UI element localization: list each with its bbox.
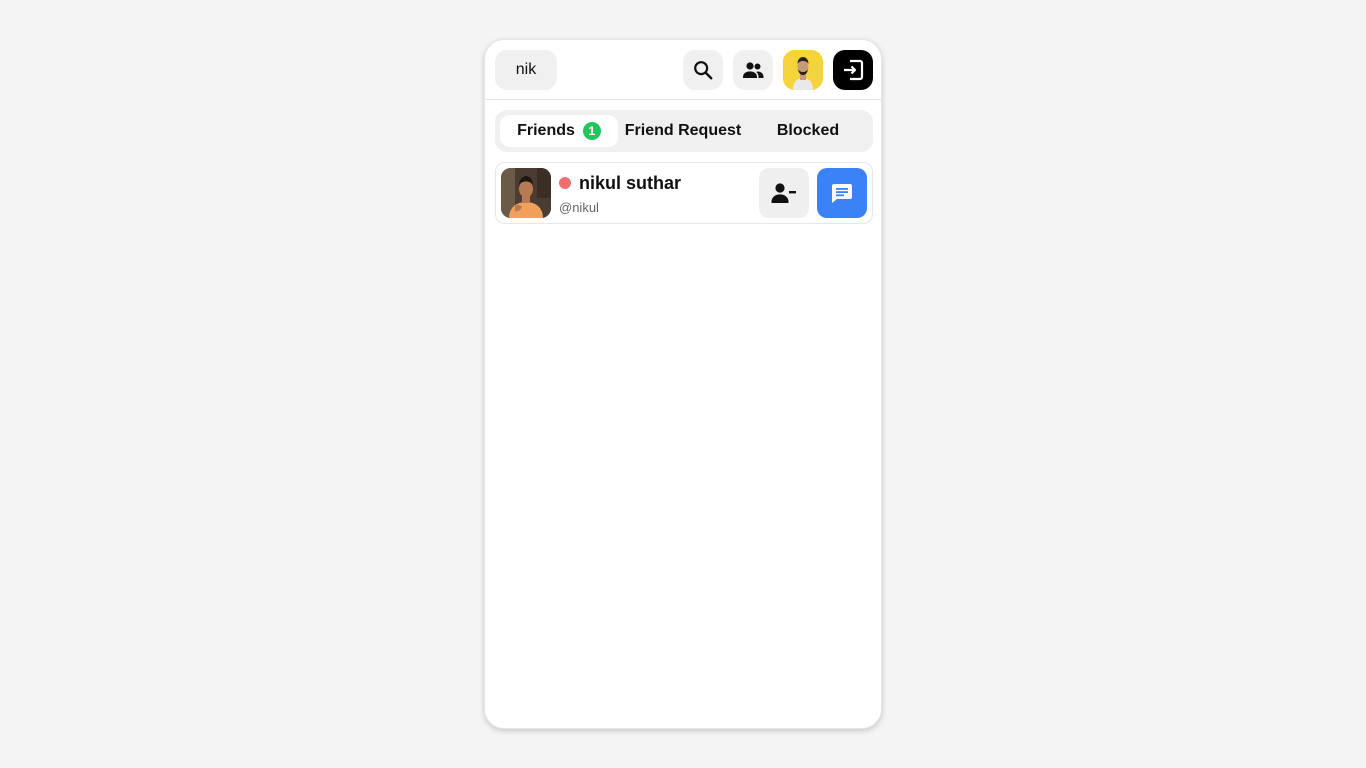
user-avatar: [783, 50, 823, 90]
tab-friends-label: Friends: [517, 122, 575, 139]
friend-avatar-image: [501, 168, 551, 218]
people-icon: [743, 62, 764, 78]
message-icon: [832, 184, 852, 203]
friends-button[interactable]: [733, 50, 773, 90]
logout-icon: [844, 59, 864, 81]
tab-friends[interactable]: Friends 1: [500, 115, 618, 147]
remove-friend-button[interactable]: [759, 168, 809, 218]
tab-blocked[interactable]: Blocked: [748, 115, 868, 147]
app-window: nik Friends 1 Friend Request Blocked nik…: [484, 39, 882, 729]
message-button[interactable]: [817, 168, 867, 218]
friends-count-badge: 1: [582, 122, 601, 140]
username-chip[interactable]: nik: [495, 50, 557, 90]
search-icon: [694, 61, 713, 80]
list-item: nikul suthar @nikul: [495, 162, 873, 224]
tabs-bar: Friends 1 Friend Request Blocked: [495, 110, 873, 152]
remove-friend-icon: [771, 183, 796, 203]
friend-name: nikul suthar: [579, 173, 682, 193]
username-label: nik: [515, 61, 537, 78]
header: nik: [485, 40, 881, 100]
status-dot: [559, 177, 571, 189]
tab-blocked-label: Blocked: [776, 122, 840, 139]
tab-friend-request[interactable]: Friend Request: [621, 115, 745, 147]
tab-friend-request-label: Friend Request: [624, 122, 742, 139]
search-button[interactable]: [683, 50, 723, 90]
logout-button[interactable]: [833, 50, 873, 90]
friend-avatar[interactable]: [501, 168, 551, 218]
friend-handle: @nikul: [559, 200, 599, 215]
profile-avatar-button[interactable]: [783, 50, 823, 90]
